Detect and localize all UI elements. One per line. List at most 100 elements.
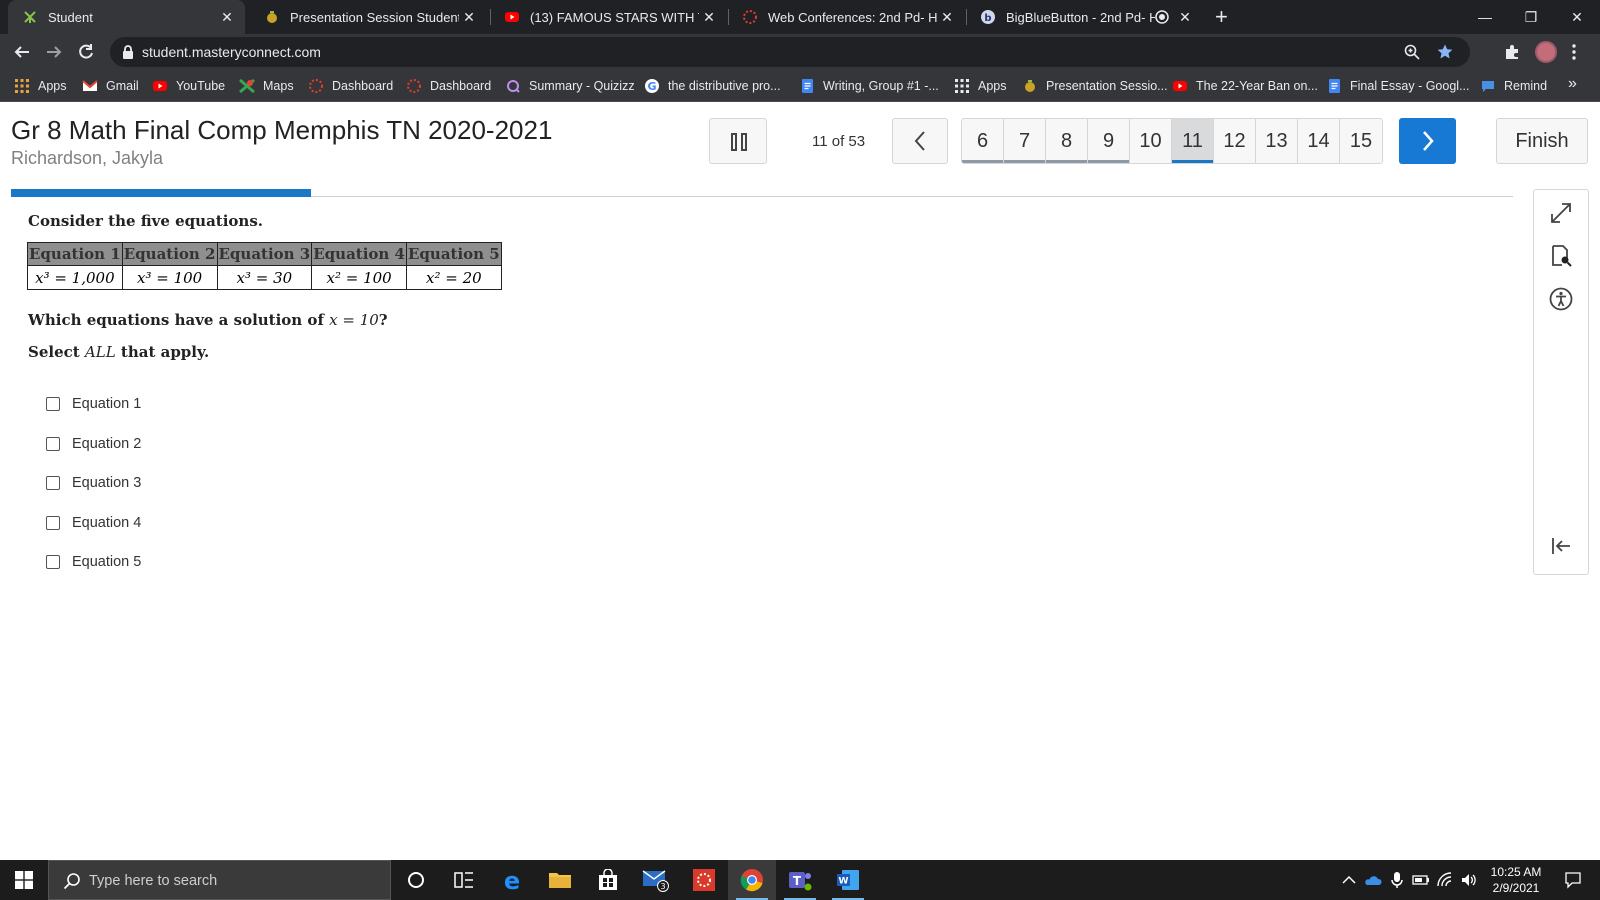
bookmark-quizizz[interactable]: Summary - Quizizz	[505, 77, 635, 95]
reload-icon	[79, 44, 93, 59]
extensions-button[interactable]	[1500, 40, 1524, 64]
nearpod-icon	[1025, 80, 1035, 92]
table-header: Equation 1	[27, 242, 123, 266]
bookmark-maps[interactable]: Maps	[239, 77, 294, 95]
chevron-up-icon[interactable]	[1340, 871, 1358, 889]
checkbox[interactable]	[46, 397, 60, 411]
next-question-button[interactable]	[1399, 118, 1456, 164]
bookmark-label: Maps	[263, 79, 294, 93]
choice-label: Equation 3	[72, 475, 142, 491]
page-8-button[interactable]: 8	[1046, 119, 1088, 163]
equation-cell: x² = 20	[406, 265, 502, 290]
notifications-icon[interactable]	[1564, 871, 1582, 889]
bookmark-youtube[interactable]: YouTube	[152, 77, 225, 95]
bookmark-dashboard-2[interactable]: Dashboard	[406, 77, 491, 95]
page-15-button[interactable]: 15	[1340, 119, 1382, 163]
page-11-button[interactable]: 11	[1172, 119, 1214, 163]
bookmark-apps[interactable]: Apps	[14, 77, 67, 95]
back-button[interactable]	[10, 40, 34, 64]
page-9-button[interactable]: 9	[1088, 119, 1130, 163]
page-14-button[interactable]: 14	[1298, 119, 1340, 163]
bookmark-gmail[interactable]: Gmail	[82, 77, 139, 95]
page-13-button[interactable]: 13	[1256, 119, 1298, 163]
bookmark-label: Gmail	[106, 79, 139, 93]
app-button[interactable]	[680, 860, 728, 900]
bookmarks-overflow-button[interactable]: »	[1568, 75, 1577, 93]
tab-web-conferences[interactable]: Web Conferences: 2nd Pd- Healt ✕	[728, 0, 965, 34]
bookmark-remind[interactable]: Remind	[1480, 77, 1547, 95]
taskbar-clock[interactable]: 10:25 AM 2/9/2021	[1486, 864, 1546, 896]
magnifier-icon[interactable]	[1548, 243, 1574, 269]
restore-button[interactable]: ❐	[1508, 0, 1554, 34]
accessibility-icon[interactable]	[1548, 286, 1574, 312]
bookmark-22-year-ban[interactable]: The 22-Year Ban on...	[1172, 77, 1318, 95]
page-12-button[interactable]: 12	[1214, 119, 1256, 163]
volume-icon[interactable]	[1460, 871, 1478, 889]
microphone-icon[interactable]	[1388, 871, 1406, 889]
checkbox[interactable]	[46, 555, 60, 569]
equation-cell: x³ = 100	[121, 265, 218, 290]
bookmark-dashboard-1[interactable]: Dashboard	[308, 77, 393, 95]
previous-question-button[interactable]	[892, 118, 948, 164]
page-10-button[interactable]: 10	[1130, 119, 1172, 163]
forward-button[interactable]	[42, 40, 66, 64]
bookmark-final-essay[interactable]: Final Essay - Googl...	[1326, 77, 1470, 95]
instruction-text: Select	[28, 343, 85, 361]
close-window-button[interactable]: ✕	[1554, 0, 1600, 34]
tab-student[interactable]: Student ✕	[8, 0, 245, 34]
wifi-icon[interactable]	[1436, 871, 1454, 889]
taskbar-search-input[interactable]: Type here to search	[48, 860, 391, 900]
student-name: Richardson, Jakyla	[11, 148, 164, 168]
teams-button[interactable]: T	[776, 860, 824, 900]
address-bar[interactable]: student.masteryconnect.com	[110, 37, 1470, 67]
expand-icon[interactable]	[1548, 200, 1574, 226]
tab-bigbluebutton[interactable]: b BigBlueButton - 2nd Pd- Hea ✕	[966, 0, 1203, 34]
page-6-button[interactable]: 6	[962, 119, 1004, 163]
bookmark-label: Presentation Sessio...	[1046, 79, 1168, 93]
close-tab-icon[interactable]: ✕	[459, 9, 479, 26]
tab-youtube[interactable]: (13) FAMOUS STARS WITH THEIR ✕	[490, 0, 727, 34]
close-tab-icon[interactable]: ✕	[217, 9, 237, 26]
edge-button[interactable]: e	[488, 860, 536, 900]
start-button[interactable]	[0, 860, 48, 900]
profile-avatar[interactable]	[1535, 41, 1557, 63]
cortana-button[interactable]	[392, 860, 440, 900]
svg-text:W: W	[839, 877, 849, 887]
store-button[interactable]	[584, 860, 632, 900]
checkbox[interactable]	[46, 516, 60, 530]
choice-equation-1[interactable]: Equation 1	[46, 393, 141, 415]
close-tab-icon[interactable]: ✕	[1175, 9, 1195, 26]
choice-equation-2[interactable]: Equation 2	[46, 433, 141, 455]
tab-presentation-session[interactable]: Presentation Session Student ✕	[250, 0, 487, 34]
close-tab-icon[interactable]: ✕	[937, 9, 957, 26]
reload-button[interactable]	[74, 40, 98, 64]
file-explorer-button[interactable]	[536, 860, 584, 900]
bookmark-presentation-session[interactable]: Presentation Sessio...	[1022, 77, 1168, 95]
finish-button[interactable]: Finish	[1496, 118, 1588, 164]
gmail-icon	[82, 80, 98, 91]
checkbox[interactable]	[46, 476, 60, 490]
task-view-button[interactable]	[440, 860, 488, 900]
page-7-button[interactable]: 7	[1004, 119, 1046, 163]
word-button[interactable]: W	[824, 860, 872, 900]
close-tab-icon[interactable]: ✕	[699, 9, 719, 26]
new-tab-button[interactable]: +	[1215, 4, 1228, 30]
bookmark-distributive[interactable]: G the distributive pro...	[644, 77, 781, 95]
search-icon	[63, 873, 80, 890]
collapse-panel-icon[interactable]	[1548, 533, 1574, 559]
minimize-button[interactable]: —	[1462, 0, 1508, 34]
bookmark-writing-group[interactable]: Writing, Group #1 -...	[799, 77, 939, 95]
pause-button[interactable]	[709, 118, 767, 164]
choice-equation-4[interactable]: Equation 4	[46, 512, 141, 534]
bookmark-star-icon[interactable]	[1436, 43, 1454, 61]
zoom-icon[interactable]	[1404, 44, 1420, 60]
battery-icon[interactable]	[1412, 871, 1430, 889]
mail-button[interactable]: 3	[632, 860, 680, 900]
browser-menu-button[interactable]	[1562, 40, 1586, 64]
choice-equation-3[interactable]: Equation 3	[46, 472, 141, 494]
bookmark-apps-2[interactable]: Apps	[954, 77, 1007, 95]
onedrive-icon[interactable]	[1364, 871, 1382, 889]
choice-equation-5[interactable]: Equation 5	[46, 551, 141, 573]
checkbox[interactable]	[46, 437, 60, 451]
chrome-button[interactable]	[728, 860, 776, 900]
